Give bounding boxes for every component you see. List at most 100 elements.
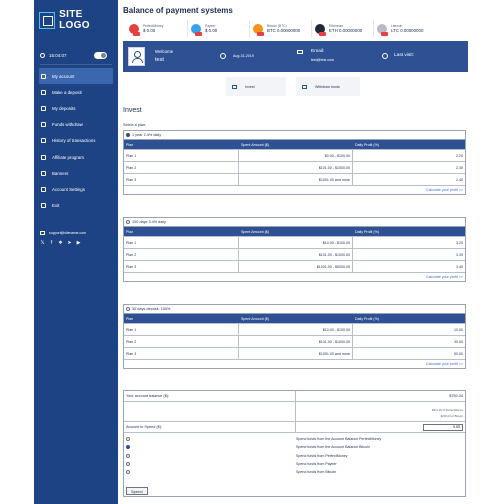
- plan-header[interactable]: 1 year 2.4% daily: [124, 131, 465, 140]
- nav-label: My account: [52, 73, 75, 79]
- option-radio[interactable]: [126, 437, 130, 442]
- vk-icon[interactable]: ❖: [58, 241, 63, 246]
- invest-button[interactable]: Invest: [226, 77, 286, 96]
- plan-radio[interactable]: [126, 133, 130, 137]
- payment-option[interactable]: Spend funds from PerfectMoney: [126, 452, 465, 460]
- cell: $1001.00 and more: [239, 174, 353, 185]
- invest-title: Invest: [123, 107, 142, 114]
- twitter-icon[interactable]: 𝕏: [40, 241, 45, 246]
- balance-notes-row: $911.26 of PerfectMoney $209.04 of Bitco…: [124, 402, 465, 422]
- wallet-badge: [133, 31, 140, 36]
- nav-label: My deposits: [52, 105, 76, 111]
- welcome-bar: Welcome test Aug-31-2019 Email: test@tes…: [123, 41, 468, 72]
- plan-name: 30 days deposit. 150%: [132, 307, 171, 311]
- plan-header[interactable]: 30 days deposit. 150%: [124, 305, 465, 314]
- spend-button[interactable]: Spend: [126, 487, 148, 495]
- table-row: Plan 1 $10.00 - $100.00 3.20: [124, 236, 465, 248]
- calc-profit-link[interactable]: Calculate your profit >>: [124, 359, 465, 368]
- cell: Plan 3: [124, 348, 239, 359]
- wallet-perfectmoney[interactable]: PerfectMoney $ 0.00: [126, 20, 188, 37]
- table-header: Plan Spent Amount ($) Daily Profit (%): [124, 314, 465, 323]
- facebook-icon[interactable]: f: [49, 241, 54, 246]
- last-visit-icon: [382, 53, 388, 59]
- payment-option[interactable]: Spend funds from Bitcoin: [126, 468, 465, 476]
- sidebar-item-settings[interactable]: Account Settings: [39, 181, 113, 197]
- column-header: Daily Profit (%): [355, 316, 379, 321]
- support-email[interactable]: support@sitename.com: [40, 231, 86, 235]
- column-header: Spent Amount ($): [241, 142, 269, 147]
- payment-option[interactable]: Spend funds from the Account Balance Bit…: [126, 443, 465, 451]
- logo-mark-icon: [39, 11, 56, 29]
- cell: Plan 1: [124, 324, 239, 335]
- cell: Plan 2: [124, 336, 239, 347]
- clock-time: 15:04:07: [49, 53, 67, 58]
- wallet-ethereum[interactable]: Ethereum ETH 0.00000000: [312, 20, 374, 37]
- plan-radio[interactable]: [126, 220, 130, 224]
- nav-label: Banners: [52, 170, 69, 176]
- sidebar-item-affiliate[interactable]: Affiliate program: [39, 149, 113, 165]
- wallet-value: ETH 0.00000000: [329, 28, 363, 33]
- wallet-payeer[interactable]: Payeer $ 0.00: [188, 20, 250, 37]
- option-label: Spend funds from Payeer: [296, 462, 337, 467]
- option-radio[interactable]: [126, 445, 130, 450]
- column-header: Spent Amount ($): [241, 316, 269, 321]
- wallet-badge: [319, 31, 326, 36]
- plan-name: 1 year 2.4% daily: [132, 133, 162, 137]
- telegram-icon[interactable]: ➤: [67, 241, 72, 246]
- column-header: Spent Amount ($): [241, 229, 269, 234]
- banner-icon: [41, 170, 46, 176]
- payment-option[interactable]: Spend funds from the Account Balance Per…: [126, 435, 465, 443]
- payment-option[interactable]: Spend funds from Payeer: [126, 460, 465, 468]
- last-visit-label: Last visit:: [394, 53, 414, 58]
- cell: 3.30: [456, 252, 463, 257]
- cell: Plan 3: [124, 261, 239, 272]
- column-header: Plan: [126, 229, 134, 234]
- plan-header[interactable]: 100 days 3.4% daily: [124, 218, 465, 227]
- logo-text: SITE LOGO: [59, 9, 90, 31]
- plan-name: 100 days 3.4% daily: [132, 220, 166, 224]
- sidebar-item-make-deposit[interactable]: Make a deposit: [39, 84, 113, 100]
- toggle-knob: [101, 53, 106, 58]
- option-radio[interactable]: [126, 462, 130, 467]
- option-radio[interactable]: [126, 453, 130, 458]
- option-radio[interactable]: [126, 470, 130, 475]
- wallet-litecoin[interactable]: Litecoin LTC 0.00000000: [374, 20, 436, 37]
- cell: Plan 2: [124, 162, 239, 173]
- table-header: Plan Spent Amount ($) Daily Profit (%): [124, 140, 465, 149]
- cell: $1001.00 and more: [239, 348, 353, 359]
- sidebar-item-withdraw[interactable]: Funds withdraw: [39, 117, 113, 133]
- calc-profit-link[interactable]: Calculate your profit >>: [124, 185, 465, 194]
- nav-label: Exit: [52, 203, 60, 209]
- sidebar: SITE LOGO 15:04:07 My account Make a dep…: [34, 0, 118, 504]
- youtube-icon[interactable]: ▶: [76, 241, 81, 246]
- invest-icon: [232, 84, 237, 89]
- welcome-label: Welcome: [155, 49, 174, 54]
- avatar: [128, 47, 145, 66]
- cell: 2.20: [456, 153, 463, 158]
- sidebar-item-exit[interactable]: Exit: [39, 198, 113, 214]
- cell: $1001.00 - $5000.00: [239, 261, 353, 272]
- wallet-bitcoin[interactable]: Bitcoin (BTC) BTC 0.00000000: [250, 20, 312, 37]
- ethereum-icon: [315, 23, 326, 36]
- sidebar-item-my-deposits[interactable]: My deposits: [39, 100, 113, 116]
- nav-label: Make a deposit: [52, 89, 82, 95]
- email-label: Email:: [311, 49, 325, 54]
- site-logo[interactable]: SITE LOGO: [39, 8, 113, 32]
- sidebar-nav: My account Make a deposit My deposits Fu…: [39, 68, 113, 214]
- mail-icon: [40, 231, 45, 235]
- sidebar-item-history[interactable]: History of transactions: [39, 133, 113, 149]
- sidebar-divider: [40, 64, 112, 65]
- plan-radio[interactable]: [126, 307, 130, 311]
- cell: $101.00 - $1000.00: [239, 249, 353, 260]
- calc-profit-link[interactable]: Calculate your profit >>: [124, 272, 465, 281]
- theme-toggle[interactable]: [94, 52, 107, 59]
- withdraw-button[interactable]: Withdraw funds: [296, 77, 360, 96]
- wallet-balances: PerfectMoney $ 0.00 Payeer $ 0.00 Bitcoin …: [126, 20, 436, 37]
- cell: $0.00 - $100.00: [239, 150, 353, 161]
- cell: 2.40: [456, 177, 463, 182]
- sidebar-item-my-account[interactable]: My account: [39, 68, 113, 85]
- amount-input[interactable]: [423, 423, 463, 431]
- table-row: Plan 3 $1001.00 and more 50.00: [124, 347, 465, 359]
- sidebar-item-banners[interactable]: Banners: [39, 165, 113, 181]
- sidebar-clock: 15:04:07: [40, 53, 67, 58]
